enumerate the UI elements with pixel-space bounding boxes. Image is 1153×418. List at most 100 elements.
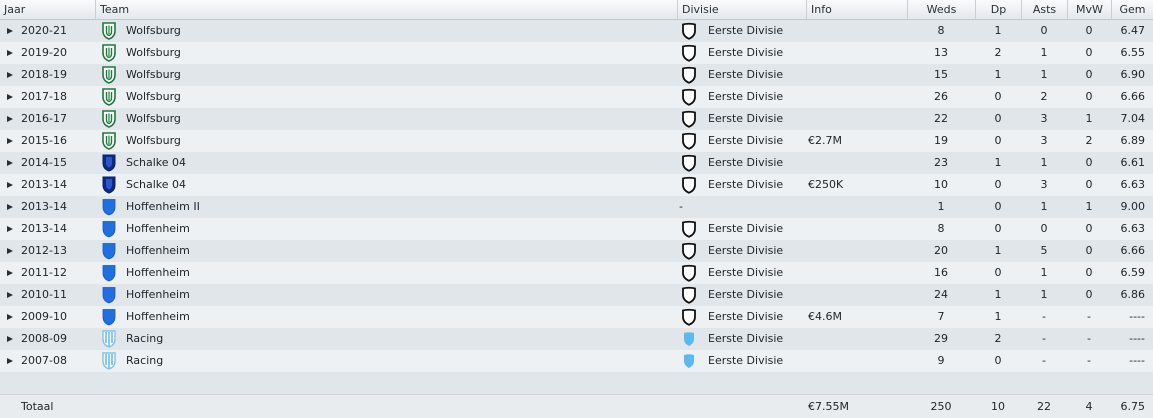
team-link[interactable]: Hoffenheim [126,262,190,284]
division-link[interactable]: Eerste Divisie [708,42,783,64]
division-link[interactable]: Eerste Divisie [708,328,783,350]
total-asts: 22 [1037,400,1051,413]
table-row[interactable]: 2007-08 Racing Eerste Divisie 9 0- - ---- [0,350,1153,372]
weds-cell: 22 [934,112,948,125]
row-expand-arrow-icon[interactable] [7,116,13,122]
weds-cell: 23 [934,156,948,169]
team-link[interactable]: Wolfsburg [126,108,181,130]
table-row[interactable]: 2013-14 Schalke 04 Eerste Divisie €250K 10 0 3… [0,174,1153,196]
row-expand-arrow-icon[interactable] [7,182,13,188]
asts-cell: - [1042,310,1046,323]
weds-cell: 9 [937,354,945,367]
header-weds[interactable]: Weds [907,0,975,19]
year-cell: 2009-10 [21,310,67,323]
table-row[interactable]: 2013-14 Hoffenheim Eerste Divisie 8 0 0 0 6.63 [0,218,1153,240]
gem-cell: ---- [1129,354,1145,367]
header-info[interactable]: Info [806,0,907,19]
wolfsburg-crest-icon [100,44,118,62]
row-expand-arrow-icon[interactable] [7,94,13,100]
weds-cell: 26 [934,90,948,103]
header-jaar[interactable]: Jaar [0,0,95,19]
table-row[interactable]: 2020-21 Wolfsburg Eerste Divisie 8 1 0 0 6.47 [0,20,1153,42]
team-link[interactable]: Schalke 04 [126,152,186,174]
team-link[interactable]: Racing [126,350,163,372]
table-row[interactable]: 2013-14 Hoffenheim II - 1 0 1 1 9.00 [0,196,1153,218]
hoffenheim-crest-icon [100,286,118,304]
row-expand-arrow-icon[interactable] [7,336,13,342]
row-expand-arrow-icon[interactable] [7,72,13,78]
team-link[interactable]: Hoffenheim [126,284,190,306]
hoffenheim-crest-icon [100,242,118,260]
year-cell: 2008-09 [21,332,67,345]
division-link[interactable]: Eerste Divisie [708,262,783,284]
division-link[interactable]: Eerste Divisie [708,152,783,174]
header-dp[interactable]: Dp [975,0,1021,19]
team-link[interactable]: Wolfsburg [126,42,181,64]
table-row[interactable]: 2014-15 Schalke 04 Eerste Divisie 23 1 1 0 6.61 [0,152,1153,174]
row-expand-arrow-icon[interactable] [7,358,13,364]
gem-cell: 6.66 [1120,90,1146,103]
table-row[interactable]: 2009-10 Hoffenheim Eerste Divisie €4.6M 7 1- -… [0,306,1153,328]
division-link[interactable]: Eerste Divisie [708,306,783,328]
table-row[interactable]: 2015-16 Wolfsburg Eerste Divisie €2.7M 19 0 3 2… [0,130,1153,152]
table-row[interactable]: 2012-13 Hoffenheim Eerste Divisie 20 1 5 0 6.66 [0,240,1153,262]
row-expand-arrow-icon[interactable] [7,270,13,276]
table-row[interactable]: 2011-12 Hoffenheim Eerste Divisie 16 0 1 0 6.59 [0,262,1153,284]
dp-cell: 1 [994,288,1002,301]
team-link[interactable]: Wolfsburg [126,86,181,108]
division-link[interactable]: Eerste Divisie [708,240,783,262]
team-link[interactable]: Wolfsburg [126,20,181,42]
header-gem[interactable]: Gem [1111,0,1153,19]
division-link[interactable]: Eerste Divisie [708,86,783,108]
row-expand-arrow-icon[interactable] [7,138,13,144]
asts-cell: 1 [1040,266,1048,279]
row-expand-arrow-icon[interactable] [7,28,13,34]
shield-black-icon [681,176,697,194]
header-team[interactable]: Team [95,0,677,19]
row-expand-arrow-icon[interactable] [7,226,13,232]
division-link[interactable]: Eerste Divisie [708,108,783,130]
row-expand-arrow-icon[interactable] [7,160,13,166]
division-link[interactable]: Eerste Divisie [708,20,783,42]
division-cell: - [679,200,683,213]
team-link[interactable]: Racing [126,328,163,350]
team-link[interactable]: Schalke 04 [126,174,186,196]
dp-cell: 0 [994,112,1002,125]
table-row[interactable]: 2017-18 Wolfsburg Eerste Divisie 26 0 2 0 6.66 [0,86,1153,108]
year-cell: 2018-19 [21,68,67,81]
weds-cell: 16 [934,266,948,279]
team-link[interactable]: Wolfsburg [126,130,181,152]
year-cell: 2017-18 [21,90,67,103]
empty-row [0,372,1153,394]
header-divisie[interactable]: Divisie [677,0,806,19]
team-link[interactable]: Hoffenheim [126,306,190,328]
header-asts[interactable]: Asts [1021,0,1067,19]
weds-cell: 8 [937,222,945,235]
table-row[interactable]: 2008-09 Racing Eerste Divisie 29 2- - ---- [0,328,1153,350]
team-link[interactable]: Hoffenheim II [126,196,200,218]
table-row[interactable]: 2016-17 Wolfsburg Eerste Divisie 22 0 3 1 7.04 [0,108,1153,130]
team-link[interactable]: Hoffenheim [126,218,190,240]
mvw-cell: 0 [1085,68,1093,81]
division-link[interactable]: Eerste Divisie [708,284,783,306]
year-cell: 2020-21 [21,24,67,37]
division-link[interactable]: Eerste Divisie [708,64,783,86]
division-link[interactable]: Eerste Divisie [708,350,783,372]
division-link[interactable]: Eerste Divisie [708,218,783,240]
dp-cell: 0 [994,134,1002,147]
table-row[interactable]: 2018-19 Wolfsburg Eerste Divisie 15 1 1 0 6.90 [0,64,1153,86]
header-mvw[interactable]: MvW [1067,0,1111,19]
table-row[interactable]: 2010-11 Hoffenheim Eerste Divisie 24 1 1 0 6.86 [0,284,1153,306]
table-row[interactable]: 2019-20 Wolfsburg Eerste Divisie 13 2 1 0 6.55 [0,42,1153,64]
weds-cell: 1 [937,200,945,213]
team-link[interactable]: Wolfsburg [126,64,181,86]
row-expand-arrow-icon[interactable] [7,50,13,56]
division-link[interactable]: Eerste Divisie [708,130,783,152]
mvw-cell: 0 [1085,156,1093,169]
team-link[interactable]: Hoffenheim [126,240,190,262]
row-expand-arrow-icon[interactable] [7,248,13,254]
division-link[interactable]: Eerste Divisie [708,174,783,196]
row-expand-arrow-icon[interactable] [7,292,13,298]
row-expand-arrow-icon[interactable] [7,204,13,210]
row-expand-arrow-icon[interactable] [7,314,13,320]
